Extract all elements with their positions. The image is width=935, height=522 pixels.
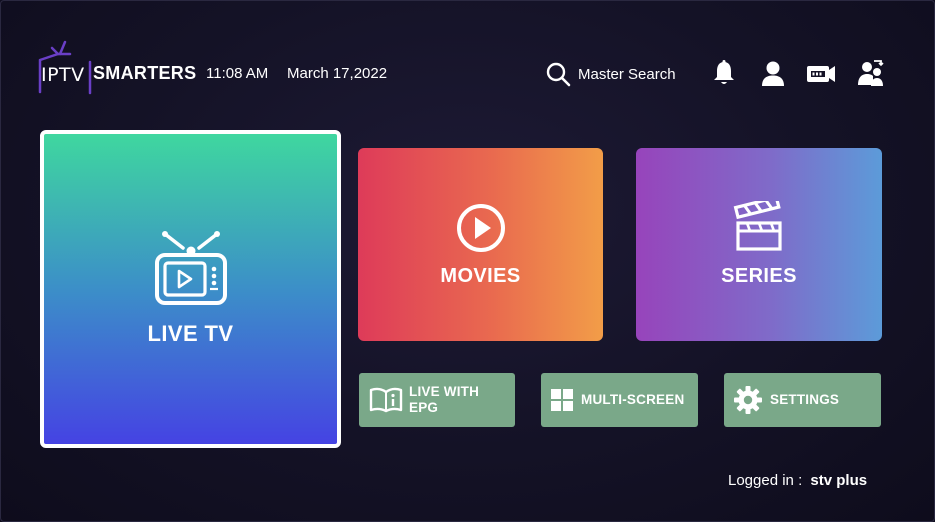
multi-screen-label: MULTI-SCREEN	[581, 392, 685, 407]
epg-guide-icon	[369, 387, 403, 413]
notifications-button[interactable]	[709, 58, 739, 88]
logged-in-status: Logged in : stv plus	[728, 472, 867, 489]
live-with-epg-button[interactable]: LIVE WITH EPG	[359, 373, 515, 427]
gear-icon	[734, 386, 762, 414]
multi-screen-button[interactable]: MULTI-SCREEN	[541, 373, 698, 427]
logged-in-username: stv plus	[810, 472, 868, 489]
switch-user-button[interactable]	[856, 58, 886, 88]
clock-date: March 17,2022	[287, 65, 388, 82]
bell-icon	[714, 60, 734, 84]
master-search-button[interactable]: Master Search	[545, 59, 676, 89]
user-icon	[762, 61, 784, 86]
series-label: SERIES	[721, 265, 797, 287]
live-tv-tile[interactable]: LIVE TV	[40, 130, 341, 448]
clapperboard-icon	[733, 201, 782, 251]
clock-time: 11:08 AM	[206, 65, 269, 82]
app-logo: IPTV SMARTERS	[38, 40, 198, 98]
search-icon	[546, 62, 571, 87]
record-icon	[807, 66, 835, 82]
play-circle-icon	[456, 204, 505, 252]
movies-label: MOVIES	[440, 265, 521, 287]
series-tile[interactable]: SERIES	[636, 148, 882, 341]
live-tv-label: LIVE TV	[147, 321, 234, 346]
account-button[interactable]	[758, 58, 788, 88]
logo-iptv-text: IPTV	[41, 64, 85, 86]
grid-icon	[551, 389, 573, 411]
switch-user-icon	[858, 60, 884, 86]
live-with-epg-label: LIVE WITH EPG	[409, 384, 480, 415]
tv-icon	[154, 231, 227, 305]
settings-button[interactable]: SETTINGS	[724, 373, 881, 427]
movies-tile[interactable]: MOVIES	[358, 148, 603, 341]
logo-smarters-text: SMARTERS	[93, 63, 197, 83]
recordings-button[interactable]	[805, 58, 835, 88]
master-search-label: Master Search	[578, 65, 676, 83]
logged-in-label: Logged in :	[728, 472, 803, 489]
settings-label: SETTINGS	[770, 392, 840, 407]
